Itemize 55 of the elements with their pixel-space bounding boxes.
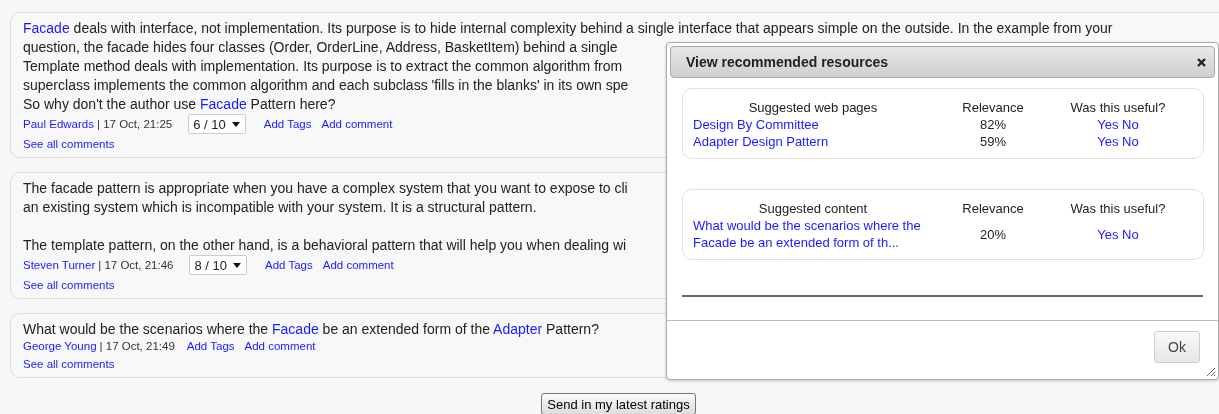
add-tags-link[interactable]: Add Tags (265, 257, 313, 273)
relevance-value: 59% (979, 133, 1007, 150)
post-text: Template method deals with implementation. Its purpose is to extract the common algorithm from (23, 58, 623, 74)
send-ratings-button[interactable]: Send in my latest ratings (541, 393, 696, 414)
column-header: Relevance (961, 99, 1025, 116)
no-link[interactable]: No (1122, 134, 1139, 149)
column-header: Suggested content (757, 200, 869, 217)
dialog-title: View recommended resources (686, 54, 889, 70)
term-link[interactable]: Facade (200, 96, 247, 112)
rating-dropdown[interactable]: 6 / 10 (188, 114, 246, 134)
caret-icon (231, 121, 240, 127)
rating-dropdown[interactable]: 8 / 10 (189, 255, 247, 275)
resize-grip-icon[interactable] (1206, 367, 1216, 377)
caret-icon (233, 262, 241, 268)
see-all-comments-link[interactable]: See all comments (23, 137, 115, 152)
resource-link[interactable]: Adapter Design Pattern (693, 133, 933, 150)
add-comment-link[interactable]: Add comment (321, 116, 393, 132)
author-link[interactable]: Paul Edwards (23, 116, 94, 132)
term-link[interactable]: Facade (23, 20, 70, 36)
yes-link[interactable]: Yes (1097, 117, 1119, 132)
yes-link[interactable]: Yes (1097, 134, 1119, 149)
post-date: | 17 Oct, 21:46 (98, 257, 174, 273)
term-link[interactable]: Facade (272, 321, 319, 337)
add-tags-link[interactable]: Add Tags (263, 116, 312, 132)
post-text: So why don't the author use Facade Pattern here? (23, 96, 336, 112)
see-all-comments-link[interactable]: See all comments (23, 278, 115, 293)
no-link[interactable]: No (1122, 117, 1139, 132)
close-icon[interactable] (1197, 57, 1206, 67)
author-link[interactable]: George Young (23, 339, 97, 354)
resource-link[interactable]: Design By Committee (693, 116, 933, 133)
add-comment-link[interactable]: Add comment (322, 257, 394, 273)
column-header: Was this useful? (1069, 99, 1167, 116)
add-tags-link[interactable]: Add Tags (186, 339, 235, 354)
post-text: superclass implements the common algorithm and each subclass 'fills in the blanks' in its own spe (23, 77, 629, 93)
term-link[interactable]: Adapter (493, 321, 543, 337)
relevance-value: 82% (979, 116, 1007, 133)
post-text: question, the facade hides four classes (Order, OrderLine, Address, BasketItem) behind a single (23, 39, 618, 55)
resource-link[interactable]: What would be the scenarios where the Facade be an extended form of th... (693, 217, 933, 251)
post-date: | 17 Oct, 21:25 (96, 116, 173, 132)
post-date: | 17 Oct, 21:49 (99, 339, 175, 354)
post-text: Facade deals with interface, not implementation. Its purpose is to hide internal complexity behind a single interface that appears simple on the outside. In the example from your (23, 20, 1113, 36)
add-comment-link[interactable]: Add comment (244, 339, 316, 354)
relevance-value: 20% (979, 225, 1007, 243)
column-header: Relevance (961, 200, 1025, 217)
post-text: The facade pattern is appropriate when you have a complex system that you want to expose to cli (23, 180, 628, 196)
column-header: Suggested web pages (747, 99, 879, 116)
post-text: What would be the scenarios where the Facade be an extended form of the Adapter Pattern? (23, 321, 599, 337)
post-text: The template pattern, on the other hand, is a behavioral pattern that will help you when dealing wi (23, 237, 627, 253)
post-text: an existing system which is incompatible with your system. It is a structural pattern. (23, 199, 537, 215)
ok-button[interactable]: Ok (1154, 331, 1200, 363)
author-link[interactable]: Steven Turner (23, 257, 96, 273)
column-header: Was this useful? (1069, 200, 1167, 217)
no-link[interactable]: No (1122, 226, 1139, 242)
yes-link[interactable]: Yes (1097, 226, 1119, 242)
see-all-comments-link[interactable]: See all comments (23, 357, 115, 372)
